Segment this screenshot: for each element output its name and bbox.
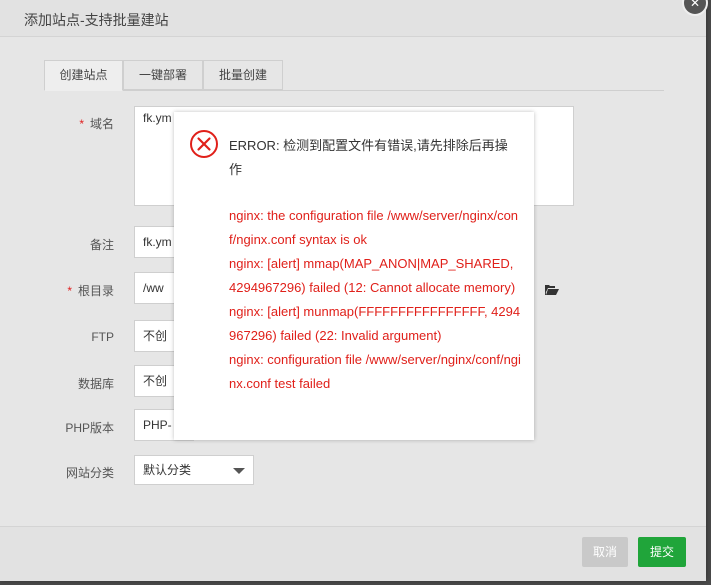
- error-log-line: nginx: [alert] mmap(MAP_ANON|MAP_SHARED,…: [229, 256, 516, 295]
- error-popup: ERROR: 检测到配置文件有错误,请先排除后再操作 nginx: the co…: [174, 112, 534, 440]
- error-title: ERROR: 检测到配置文件有错误,请先排除后再操作: [229, 138, 508, 177]
- error-log: nginx: the configuration file /www/serve…: [229, 204, 521, 396]
- error-x-circle-icon: [189, 129, 219, 162]
- error-log-line: nginx: [alert] munmap(FFFFFFFFFFFFFFFF, …: [229, 304, 521, 343]
- error-log-line: nginx: configuration file /www/server/ng…: [229, 352, 521, 391]
- error-log-line: nginx: the configuration file /www/serve…: [229, 208, 519, 247]
